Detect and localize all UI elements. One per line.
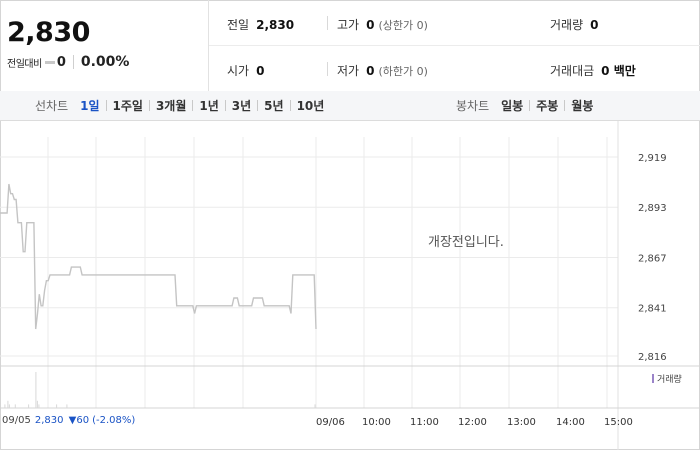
candle-chart-tabs: 봉차트 일봉 주봉 월봉 — [456, 91, 593, 120]
x-tick-label: 15:00 — [604, 417, 633, 428]
volume-label: 거래량 — [550, 18, 584, 32]
change-row: 전일대비 0 0.00% — [7, 54, 129, 70]
volume-bar — [35, 372, 37, 408]
y-tick-label: 2,867 — [638, 253, 667, 264]
quote-stats: 전일 2,830 고가 0 (상한가 0) 거래량 0 시가 0 저가 0 (하한가 0) 거… — [209, 0, 700, 91]
volume-legend-swatch — [652, 374, 654, 383]
flat-icon — [44, 60, 55, 64]
volume-bar — [7, 400, 9, 408]
volume-bar — [36, 400, 38, 408]
low-label: 저가 — [337, 64, 360, 78]
x-tick-label: 12:00 — [458, 417, 487, 428]
volume-value: 0 — [590, 18, 599, 32]
volume-legend-label: 거래량 — [657, 373, 682, 385]
prev-close-label: 전일 — [227, 18, 250, 32]
hover-info: 09/05 2,830 ▼60 (-2.08%) — [2, 415, 135, 426]
open-value: 0 — [256, 64, 265, 78]
amount-label: 거래대금 — [550, 64, 595, 78]
tab-line-5[interactable]: 5년 — [264, 97, 283, 114]
tab-divider — [257, 100, 259, 111]
tab-divider — [224, 100, 226, 111]
volume-bar — [28, 404, 30, 408]
tab-line-2[interactable]: 3개월 — [156, 97, 186, 114]
tab-divider — [564, 100, 566, 111]
volume-bar — [56, 404, 58, 408]
high-label: 고가 — [337, 18, 360, 32]
volume-cell: 거래량 0 — [550, 16, 598, 33]
tab-candle-1[interactable]: 주봉 — [536, 97, 558, 114]
quote-header: 2,830 전일대비 0 0.00% 전일 2,830 고가 0 (상한가 0) 거래… — [0, 0, 700, 92]
volume-bar — [38, 404, 40, 408]
pre-market-notice: 개장전입니다. — [428, 235, 504, 250]
stats-divider — [327, 16, 328, 30]
y-tick-label: 2,841 — [638, 304, 667, 315]
change-label: 전일대비 — [7, 58, 42, 70]
volume-bar — [4, 404, 6, 408]
lower-limit: (하한가 0) — [378, 65, 428, 78]
hover-date: 09/05 — [2, 415, 31, 426]
tab-divider — [148, 100, 150, 111]
open-label: 시가 — [227, 64, 250, 78]
price-chart[interactable]: 2,919 2,893 2,867 2,841 2,816 거래량 개장전입니다. 09/06… — [0, 121, 700, 450]
change-value: 0 — [56, 54, 66, 70]
change-divider — [72, 55, 74, 69]
tab-line-1[interactable]: 1주일 — [113, 97, 143, 114]
line-chart-title: 선차트 — [35, 99, 69, 113]
volume-bar — [66, 404, 68, 408]
open-cell: 시가 0 — [227, 62, 264, 79]
x-tick-label: 11:00 — [410, 417, 439, 428]
hover-rate: (-2.08%) — [92, 415, 136, 426]
stats-row-2: 시가 0 저가 0 (하한가 0) 거래대금 0 백만 — [209, 46, 700, 91]
tab-divider — [529, 100, 531, 111]
high-cell: 고가 0 (상한가 0) — [337, 16, 428, 33]
upper-limit: (상한가 0) — [378, 19, 428, 32]
tab-candle-0[interactable]: 일봉 — [501, 97, 523, 114]
hover-change: ▼60 — [68, 415, 90, 426]
tab-line-6[interactable]: 10년 — [297, 97, 325, 114]
tab-divider — [192, 100, 194, 111]
tab-candle-2[interactable]: 월봉 — [571, 97, 593, 114]
high-value: 0 — [366, 18, 375, 32]
tab-line-0[interactable]: 1일 — [80, 97, 99, 114]
x-tick-label: 14:00 — [556, 417, 585, 428]
candle-chart-title: 봉차트 — [456, 99, 490, 113]
low-cell: 저가 0 (하한가 0) — [337, 62, 428, 79]
y-tick-label: 2,919 — [638, 153, 667, 164]
tab-divider — [105, 100, 107, 111]
prev-close-value: 2,830 — [256, 18, 295, 32]
hover-price: 2,830 — [34, 415, 64, 426]
chart-canvas[interactable]: 2,919 2,893 2,867 2,841 2,816 거래량 개장전입니다. 09/06… — [0, 121, 700, 450]
low-value: 0 — [366, 64, 375, 78]
amount-value: 0 백만 — [601, 64, 636, 78]
y-tick-label: 2,816 — [638, 352, 667, 363]
volume-bar — [14, 404, 16, 408]
period-tabs: 선차트 1일 1주일 3개월 1년 3년 5년 10년 봉차트 일봉 주봉 월봉 — [0, 91, 700, 121]
stats-divider — [327, 62, 328, 76]
price-box: 2,830 전일대비 0 0.00% — [0, 0, 209, 91]
tab-divider — [289, 100, 291, 111]
amount-cell: 거래대금 0 백만 — [550, 62, 636, 79]
volume-bar — [8, 404, 10, 408]
current-price: 2,830 — [7, 17, 90, 48]
volume-bar — [314, 404, 316, 408]
tab-line-3[interactable]: 1년 — [199, 97, 218, 114]
stats-row-1: 전일 2,830 고가 0 (상한가 0) 거래량 0 — [209, 0, 700, 46]
x-tick-label: 13:00 — [507, 417, 536, 428]
change-rate: 0.00% — [80, 54, 130, 70]
x-tick-label: 10:00 — [362, 417, 391, 428]
x-tick-label: 09/06 — [316, 417, 345, 428]
y-tick-label: 2,893 — [638, 203, 667, 214]
line-chart-tabs: 선차트 1일 1주일 3개월 1년 3년 5년 10년 — [35, 91, 324, 120]
tab-line-4[interactable]: 3년 — [232, 97, 251, 114]
prev-close-cell: 전일 2,830 — [227, 16, 294, 33]
